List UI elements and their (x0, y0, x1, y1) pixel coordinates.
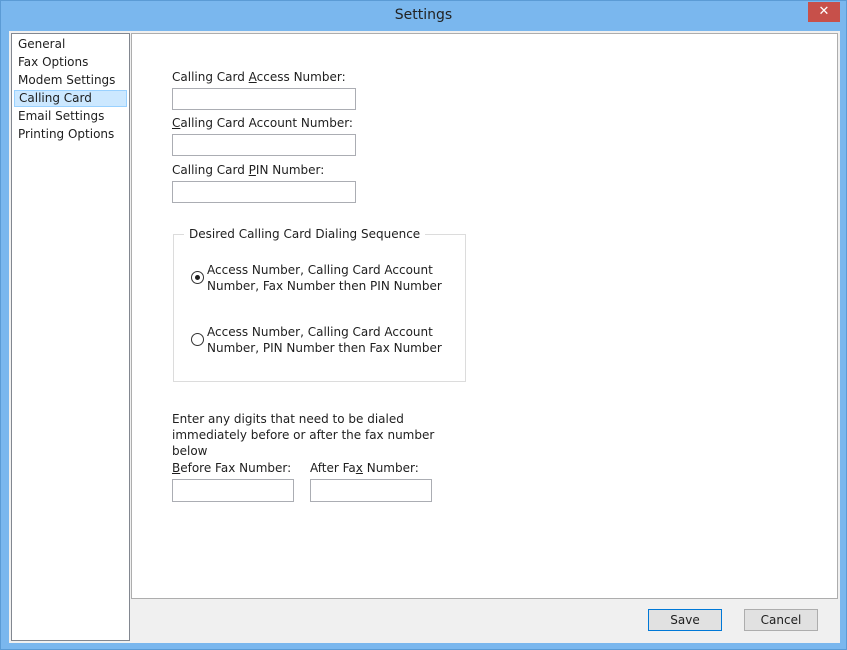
close-icon: ✕ (818, 4, 830, 19)
access-number-label: Calling Card Access Number: (172, 70, 346, 84)
account-number-label: Calling Card Account Number: (172, 116, 353, 130)
sidebar-item-fax-options[interactable]: Fax Options (14, 54, 127, 71)
sequence-option-1-radio[interactable] (191, 271, 204, 284)
after-fax-label: After Fax Number: (310, 461, 419, 475)
save-button[interactable]: Save (648, 609, 722, 631)
title-bar[interactable]: Settings ✕ (1, 1, 846, 31)
before-fax-number-field[interactable] (172, 479, 294, 502)
after-fax-number-field[interactable] (310, 479, 432, 502)
dialing-sequence-group: Desired Calling Card Dialing Sequence Ac… (173, 227, 466, 382)
sidebar-item-email-settings[interactable]: Email Settings (14, 108, 127, 125)
dial-digits-instructions: Enter any digits that need to be dialed … (172, 412, 435, 458)
sequence-option-2-label[interactable]: Access Number, Calling Card Account Numb… (207, 324, 447, 356)
access-number-field[interactable] (172, 88, 356, 110)
dialing-sequence-title: Desired Calling Card Dialing Sequence (184, 227, 426, 241)
radio-selected-dot (195, 275, 200, 280)
settings-category-list: General Fax Options Modem Settings Calli… (11, 33, 130, 641)
before-fax-label: Before Fax Number: (172, 461, 292, 475)
sidebar-item-general[interactable]: General (14, 36, 127, 53)
settings-window: Settings ✕ General Fax Options Modem Set… (0, 0, 847, 650)
sequence-option-2-radio[interactable] (191, 333, 204, 346)
sidebar-item-printing-options[interactable]: Printing Options (14, 126, 127, 143)
cancel-button[interactable]: Cancel (744, 609, 818, 631)
pin-number-label: Calling Card PIN Number: (172, 163, 325, 177)
window-title: Settings (394, 7, 453, 23)
sidebar-item-calling-card[interactable]: Calling Card (14, 90, 127, 107)
calling-card-panel: Calling Card Access Number: Calling Card… (131, 33, 838, 599)
pin-number-field[interactable] (172, 181, 356, 203)
account-number-field[interactable] (172, 134, 356, 156)
sequence-option-1-label[interactable]: Access Number, Calling Card Account Numb… (207, 262, 447, 294)
client-area: General Fax Options Modem Settings Calli… (9, 31, 840, 643)
sidebar-item-modem-settings[interactable]: Modem Settings (14, 72, 127, 89)
close-button[interactable]: ✕ (808, 2, 840, 22)
